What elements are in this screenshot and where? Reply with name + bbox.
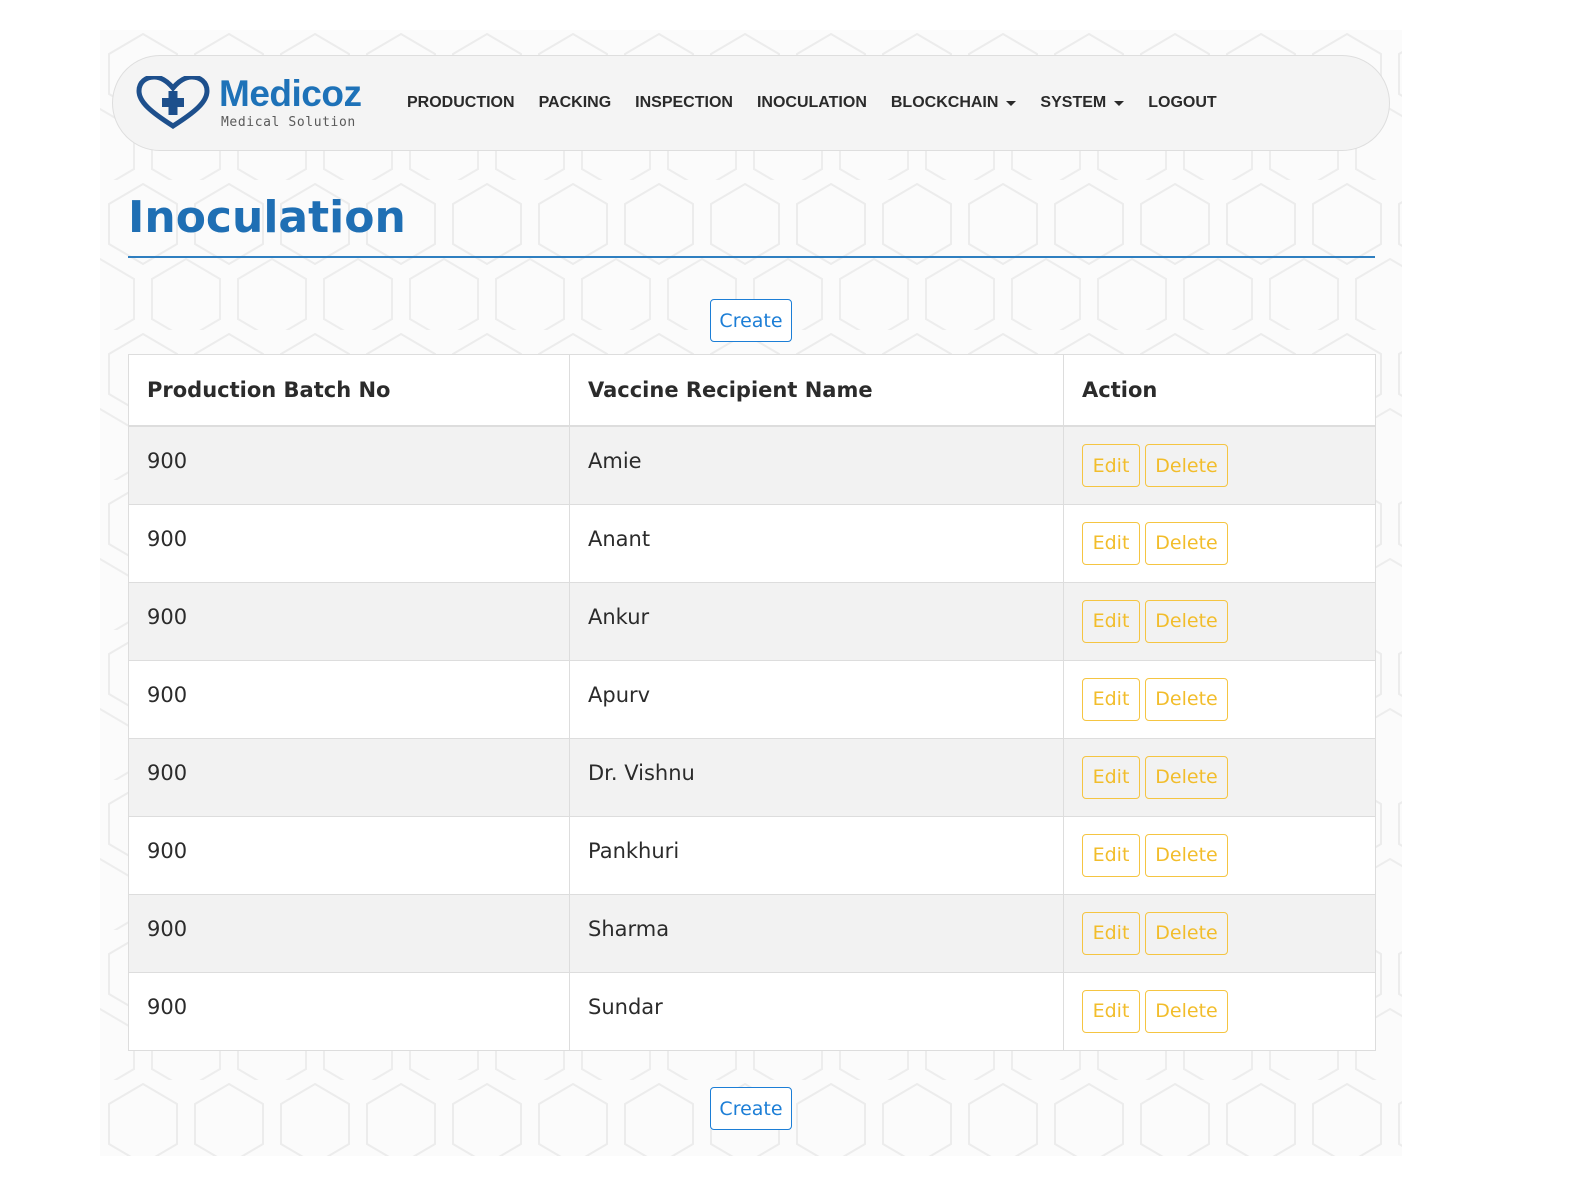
action-cell: Edit Delete [1063,659,1376,739]
table-row: 900 Apurv Edit Delete [128,659,1376,739]
edit-button[interactable]: Edit [1082,521,1140,565]
recipient-cell: Apurv [569,659,1064,739]
edit-button[interactable]: Edit [1082,444,1140,487]
brand-logo[interactable]: Medicoz Medical Solution [135,73,365,134]
nav-system-label: SYSTEM [1040,94,1107,111]
main-nav: PRODUCTION PACKING INSPECTION INOCULATIO… [395,92,1229,114]
nav-packing[interactable]: PACKING [527,92,624,114]
batch-cell: 900 [128,659,570,739]
batch-cell: 900 [128,425,570,505]
recipient-cell: Pankhuri [569,815,1064,895]
nav-inoculation-label: INOCULATION [756,94,867,111]
edit-button[interactable]: Edit [1082,989,1140,1033]
nav-inspection[interactable]: INSPECTION [623,92,745,114]
create-button-bottom[interactable]: Create [710,1087,792,1130]
action-cell: Edit Delete [1063,425,1376,505]
caret-down-icon [1006,100,1017,106]
batch-cell: 900 [128,737,570,817]
header-action: Action [1063,354,1376,427]
edit-button[interactable]: Edit [1082,677,1140,721]
delete-button[interactable]: Delete [1145,911,1228,955]
delete-button[interactable]: Delete [1145,444,1228,487]
header-vaccine-recipient-name: Vaccine Recipient Name [569,354,1064,427]
recipient-cell: Amie [569,425,1064,505]
batch-cell: 900 [128,503,570,583]
delete-button[interactable]: Delete [1145,833,1228,877]
table-row: 900 Pankhuri Edit Delete [128,815,1376,895]
edit-button[interactable]: Edit [1082,755,1140,799]
table-row: 900 Ankur Edit Delete [128,581,1376,661]
nav-inspection-label: INSPECTION [635,94,733,111]
action-cell: Edit Delete [1063,581,1376,661]
action-cell: Edit Delete [1063,971,1376,1051]
heart-cross-icon [136,76,210,129]
table-row: 900 Sundar Edit Delete [128,971,1376,1051]
nav-blockchain-dropdown[interactable]: BLOCKCHAIN [879,92,1029,114]
recipient-cell: Anant [569,503,1064,583]
edit-button[interactable]: Edit [1082,599,1140,643]
nav-production-label: PRODUCTION [407,94,515,111]
caret-down-icon [1114,100,1125,106]
action-cell: Edit Delete [1063,815,1376,895]
nav-packing-label: PACKING [538,94,612,111]
recipient-cell: Ankur [569,581,1064,661]
nav-inoculation[interactable]: INOCULATION [745,92,879,114]
brand-tagline: Medical Solution [221,115,356,130]
edit-button[interactable]: Edit [1082,911,1140,955]
table-header-row: Production Batch No Vaccine Recipient Na… [128,354,1376,427]
create-button-top[interactable]: Create [710,299,792,342]
edit-button[interactable]: Edit [1082,833,1140,877]
header-production-batch-no: Production Batch No [128,354,570,427]
table-row: 900 Dr. Vishnu Edit Delete [128,737,1376,817]
action-cell: Edit Delete [1063,503,1376,583]
table-row: 900 Amie Edit Delete [128,425,1376,505]
delete-button[interactable]: Delete [1145,521,1228,565]
page-title: Inoculation [128,192,406,243]
batch-cell: 900 [128,581,570,661]
batch-cell: 900 [128,815,570,895]
recipient-cell: Sharma [569,893,1064,973]
brand-name: Medicoz [219,73,362,114]
delete-button[interactable]: Delete [1145,989,1228,1033]
recipient-cell: Dr. Vishnu [569,737,1064,817]
navbar: Medicoz Medical Solution PRODUCTION PACK… [112,55,1390,151]
nav-logout[interactable]: LOGOUT [1136,92,1228,114]
table-row: 900 Sharma Edit Delete [128,893,1376,973]
action-cell: Edit Delete [1063,893,1376,973]
nav-blockchain-label: BLOCKCHAIN [890,94,999,111]
nav-logout-label: LOGOUT [1148,94,1217,111]
nav-production[interactable]: PRODUCTION [395,92,527,114]
recipient-cell: Sundar [569,971,1064,1051]
nav-system-dropdown[interactable]: SYSTEM [1028,92,1136,114]
title-divider [128,256,1375,258]
batch-cell: 900 [128,971,570,1051]
delete-button[interactable]: Delete [1145,599,1228,643]
delete-button[interactable]: Delete [1145,677,1228,721]
delete-button[interactable]: Delete [1145,755,1228,799]
action-cell: Edit Delete [1063,737,1376,817]
batch-cell: 900 [128,893,570,973]
table-row: 900 Anant Edit Delete [128,503,1376,583]
inoculation-table: Production Batch No Vaccine Recipient Na… [128,354,1376,1051]
